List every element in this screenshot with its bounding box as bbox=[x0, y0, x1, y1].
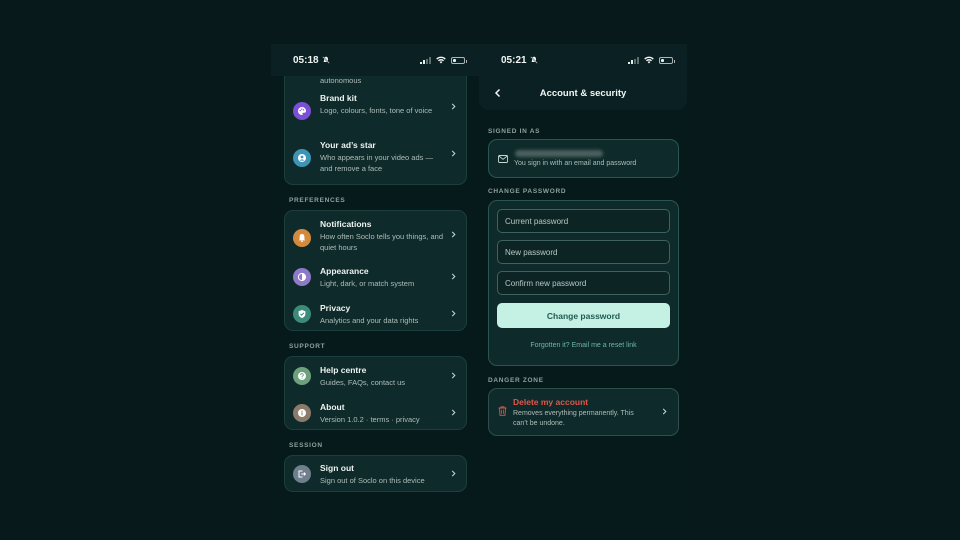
back-chevron-icon[interactable] bbox=[493, 88, 503, 98]
chevron-right-icon bbox=[451, 372, 456, 379]
signed-in-subtitle: You sign in with an email and password bbox=[514, 160, 637, 167]
section-label-change-password: CHANGE PASSWORD bbox=[488, 188, 567, 195]
wifi-icon bbox=[436, 56, 446, 64]
signed-in-card: You sign in with an email and password bbox=[488, 139, 679, 178]
chevron-right-icon bbox=[451, 150, 456, 157]
sign-out-icon bbox=[293, 465, 311, 483]
chevron-right-icon bbox=[451, 310, 456, 317]
account-security-screen: 05:21 Account & security SIGNED IN AS Yo… bbox=[479, 44, 687, 540]
mail-icon bbox=[498, 155, 508, 163]
forgot-password-link[interactable]: Forgotten it? Email me a reset link bbox=[489, 342, 678, 349]
bell-icon bbox=[293, 229, 311, 247]
contrast-icon bbox=[293, 268, 311, 286]
row-appearance[interactable]: Appearance Light, dark, or match system bbox=[285, 264, 466, 290]
row-title: Brand kit bbox=[320, 93, 357, 103]
redacted-email bbox=[515, 150, 603, 157]
chevron-right-icon bbox=[451, 103, 456, 110]
current-password-input[interactable] bbox=[497, 209, 670, 233]
support-card: Help centre Guides, FAQs, contact us Abo… bbox=[284, 356, 467, 430]
row-subtitle: Who appears in your video ads — and remo… bbox=[320, 153, 433, 173]
change-password-button[interactable]: Change password bbox=[497, 303, 670, 328]
session-card: Sign out Sign out of Soclo on this devic… bbox=[284, 455, 467, 492]
row-help-centre[interactable]: Help centre Guides, FAQs, contact us bbox=[285, 363, 466, 391]
section-label-support: SUPPORT bbox=[289, 343, 326, 350]
trash-icon bbox=[498, 406, 507, 416]
section-label-preferences: PREFERENCES bbox=[289, 197, 346, 204]
row-subtitle: autonomous bbox=[320, 76, 362, 85]
status-bar: 05:18 bbox=[271, 44, 479, 76]
row-subtitle: Analytics and your data rights bbox=[320, 316, 419, 325]
delete-account-title: Delete my account bbox=[513, 397, 589, 407]
row-title: Appearance bbox=[320, 266, 369, 276]
change-password-card: Change password Forgotten it? Email me a… bbox=[488, 200, 679, 366]
row-subtitle: Logo, colours, fonts, tone of voice bbox=[320, 106, 433, 115]
bell-off-icon bbox=[321, 56, 330, 64]
battery-icon bbox=[659, 56, 675, 64]
preferences-card: Notifications How often Soclo tells you … bbox=[284, 210, 467, 331]
status-time: 05:21 bbox=[501, 54, 527, 66]
confirm-password-input[interactable] bbox=[497, 271, 670, 295]
new-password-input[interactable] bbox=[497, 240, 670, 264]
status-time: 05:18 bbox=[293, 54, 319, 66]
page-title: Account & security bbox=[539, 87, 627, 99]
section-label-danger-zone: DANGER ZONE bbox=[488, 377, 544, 384]
person-icon bbox=[293, 149, 311, 167]
row-brand-kit[interactable]: Brand kit Logo, colours, fonts, tone of … bbox=[285, 91, 466, 129]
status-icons bbox=[420, 56, 467, 64]
settings-screen: 05:18 autonomous Brand kit Logo, colours… bbox=[271, 44, 479, 540]
shield-icon bbox=[293, 305, 311, 323]
chevron-right-icon bbox=[451, 231, 456, 238]
info-icon bbox=[293, 404, 311, 422]
chevron-right-icon bbox=[662, 408, 667, 415]
row-sign-out[interactable]: Sign out Sign out of Soclo on this devic… bbox=[285, 461, 466, 489]
row-title: Privacy bbox=[320, 303, 351, 313]
chevron-right-icon bbox=[451, 273, 456, 280]
battery-icon bbox=[451, 56, 467, 64]
row-subtitle: Version 1.0.2 · terms · privacy bbox=[320, 415, 420, 424]
row-title: Help centre bbox=[320, 365, 367, 375]
wifi-icon bbox=[644, 56, 654, 64]
section-label-session: SESSION bbox=[289, 442, 323, 449]
row-title: About bbox=[320, 402, 345, 412]
settings-list[interactable]: autonomous Brand kit Logo, colours, font… bbox=[271, 64, 479, 540]
account-card: autonomous Brand kit Logo, colours, font… bbox=[284, 64, 467, 185]
row-title: Notifications bbox=[320, 219, 372, 229]
row-subtitle: Sign out of Soclo on this device bbox=[320, 476, 425, 485]
chevron-right-icon bbox=[451, 409, 456, 416]
status-time-group: 05:18 bbox=[293, 55, 330, 66]
bell-off-icon bbox=[529, 56, 538, 64]
status-bar: 05:21 bbox=[479, 44, 687, 76]
row-subtitle: Light, dark, or match system bbox=[320, 279, 415, 288]
row-subtitle: Guides, FAQs, contact us bbox=[320, 378, 406, 387]
question-icon bbox=[293, 367, 311, 385]
delete-account-subtitle: Removes everything permanently. This can… bbox=[513, 410, 634, 427]
palette-icon bbox=[293, 102, 311, 120]
signal-icon bbox=[420, 56, 431, 64]
row-your-ads-star[interactable]: Your ad’s star Who appears in your video… bbox=[285, 138, 466, 176]
row-title: Sign out bbox=[320, 463, 354, 473]
signal-icon bbox=[628, 56, 639, 64]
nav-bar: Account & security bbox=[479, 76, 687, 110]
row-privacy[interactable]: Privacy Analytics and your data rights bbox=[285, 301, 466, 327]
delete-account-row[interactable]: Delete my account Removes everything per… bbox=[488, 388, 679, 436]
row-title: Your ad’s star bbox=[320, 140, 376, 150]
row-subtitle: How often Soclo tells you things, and qu… bbox=[320, 232, 443, 252]
section-label-signed-in: SIGNED IN AS bbox=[488, 128, 541, 135]
status-icons bbox=[628, 56, 675, 64]
row-notifications[interactable]: Notifications How often Soclo tells you … bbox=[285, 217, 466, 255]
status-time-group: 05:21 bbox=[501, 55, 538, 66]
row-about[interactable]: About Version 1.0.2 · terms · privacy bbox=[285, 400, 466, 428]
chevron-right-icon bbox=[451, 470, 456, 477]
